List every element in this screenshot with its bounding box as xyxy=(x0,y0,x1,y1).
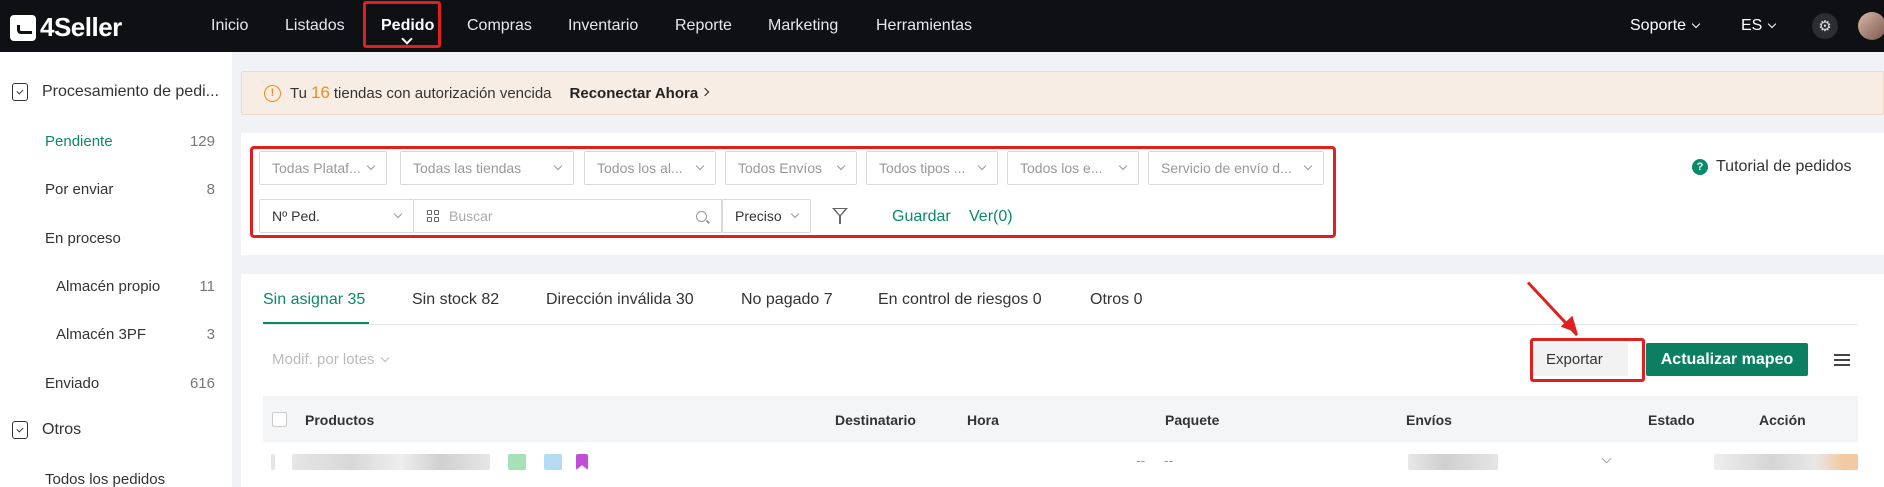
sidebar-item-label: Por enviar xyxy=(45,181,114,198)
shipping-redacted xyxy=(1408,454,1498,470)
column-header: Paquete xyxy=(1165,412,1220,428)
update-mapping-button[interactable]: Actualizar mapeo xyxy=(1646,343,1808,376)
brand-logo[interactable]: 4Seller xyxy=(10,12,122,43)
sidebar-item-label: Almacén 3PF xyxy=(56,326,147,343)
sidebar-section-otros[interactable]: Otros xyxy=(12,421,81,439)
nav-item-inventario[interactable]: Inventario xyxy=(568,0,638,52)
reconnect-link[interactable]: Reconectar Ahora xyxy=(570,85,699,102)
export-highlight-box xyxy=(1530,338,1645,382)
warning-icon: ! xyxy=(264,84,281,102)
batch-edit-dropdown[interactable]: Modif. por lotes xyxy=(272,351,389,368)
sidebar-item-count: 616 xyxy=(189,375,215,392)
nav-item-compras[interactable]: Compras xyxy=(467,0,532,52)
sidebar-item-label: Enviado xyxy=(45,375,100,392)
avatar[interactable] xyxy=(1858,12,1884,40)
chevron-down-icon xyxy=(1768,19,1777,29)
tab-control-riesgos[interactable]: En control de riesgos 0 xyxy=(878,291,1042,309)
language-label: ES xyxy=(1741,17,1763,34)
column-header: Productos xyxy=(305,412,375,428)
sidebar-item-almacen-propio[interactable]: Almacén propio 11 xyxy=(0,278,232,295)
product-name-redacted xyxy=(292,454,490,470)
sidebar-item-en-proceso[interactable]: En proceso xyxy=(0,230,232,247)
pedido-highlight-box xyxy=(363,1,441,48)
batch-edit-label: Modif. por lotes xyxy=(272,351,375,368)
sidebar-section-label: Procesamiento de pedi... xyxy=(42,83,219,100)
recipient-value: -- xyxy=(1136,452,1146,468)
sidebar-section-order-processing[interactable]: Procesamiento de pedi... xyxy=(12,83,219,101)
tab-no-pagado[interactable]: No pagado 7 xyxy=(741,291,833,309)
sidebar-item-todos-los-pedidos[interactable]: Todos los pedidos xyxy=(0,471,232,487)
select-all-checkbox[interactable] xyxy=(272,412,287,427)
nav-item-reporte[interactable]: Reporte xyxy=(675,0,732,52)
sidebar-item-pendiente[interactable]: Pendiente 129 xyxy=(0,133,232,150)
authorization-warning-banner: ! Tu 16 tiendas con autorización vencida… xyxy=(241,71,1884,115)
expired-store-count: 16 xyxy=(310,83,330,102)
brand-name: 4Seller xyxy=(40,12,122,42)
gear-icon[interactable]: ⚙ xyxy=(1812,13,1838,39)
tab-otros[interactable]: Otros 0 xyxy=(1090,291,1142,309)
chevron-down-icon xyxy=(380,353,389,362)
column-header: Hora xyxy=(967,412,999,428)
chevron-right-icon xyxy=(700,87,710,97)
sidebar-item-count: 11 xyxy=(199,278,215,295)
sidebar-item-count: 3 xyxy=(206,326,215,343)
language-menu[interactable]: ES xyxy=(1741,0,1777,52)
product-tag xyxy=(508,454,526,470)
nav-item-inicio[interactable]: Inicio xyxy=(211,0,248,52)
column-header: Acción xyxy=(1759,412,1806,428)
sidebar-item-por-enviar[interactable]: Por enviar 8 xyxy=(0,181,232,198)
banner-prefix: Tu xyxy=(290,84,307,102)
table-row[interactable] xyxy=(263,445,1858,487)
active-tab-indicator xyxy=(263,322,369,324)
filters-highlight-box xyxy=(250,146,1336,238)
action-redacted xyxy=(1714,454,1858,470)
package-value: -- xyxy=(1164,452,1174,468)
support-label: Soporte xyxy=(1630,17,1687,34)
tab-sin-stock[interactable]: Sin stock 82 xyxy=(412,291,499,309)
banner-text: tiendas con autorización vencida xyxy=(333,84,552,102)
sidebar-item-count: 8 xyxy=(206,181,215,198)
nav-item-herramientas[interactable]: Herramientas xyxy=(876,0,972,52)
logo-icon xyxy=(10,14,36,41)
column-header: Envíos xyxy=(1406,412,1452,428)
tab-sin-asignar[interactable]: Sin asignar 35 xyxy=(263,291,365,309)
clipboard-icon xyxy=(12,83,28,101)
sidebar-item-enviado[interactable]: Enviado 616 xyxy=(0,375,232,392)
top-navbar: 4Seller Inicio Listados Pedido Compras I… xyxy=(0,0,1884,52)
sidebar-item-almacen-3pf[interactable]: Almacén 3PF 3 xyxy=(0,326,232,343)
sidebar-item-count: 129 xyxy=(189,133,215,150)
nav-item-listados[interactable]: Listados xyxy=(285,0,345,52)
sidebar-item-label: Pendiente xyxy=(45,133,113,150)
tabs-divider xyxy=(263,324,1858,325)
sidebar-item-label: Almacén propio xyxy=(56,278,161,295)
support-menu[interactable]: Soporte xyxy=(1630,0,1701,52)
tutorial-label: Tutorial de pedidos xyxy=(1716,158,1852,175)
chevron-down-icon xyxy=(1691,19,1701,29)
clipboard-icon xyxy=(12,421,28,439)
column-header: Estado xyxy=(1648,412,1695,428)
tab-direccion-invalida[interactable]: Dirección inválida 30 xyxy=(546,291,694,309)
nav-item-marketing[interactable]: Marketing xyxy=(768,0,838,52)
sidebar-item-label: Todos los pedidos xyxy=(45,471,166,487)
help-icon: ? xyxy=(1692,159,1708,175)
product-tag xyxy=(544,454,562,470)
column-settings-icon[interactable] xyxy=(1834,354,1850,366)
sidebar-item-label: En proceso xyxy=(45,230,121,247)
column-header: Destinatario xyxy=(835,412,916,428)
row-checkbox[interactable] xyxy=(271,454,275,470)
order-tutorial-link[interactable]: ? Tutorial de pedidos xyxy=(1692,158,1852,176)
sidebar-section-label: Otros xyxy=(42,421,82,438)
table-header xyxy=(263,396,1858,442)
